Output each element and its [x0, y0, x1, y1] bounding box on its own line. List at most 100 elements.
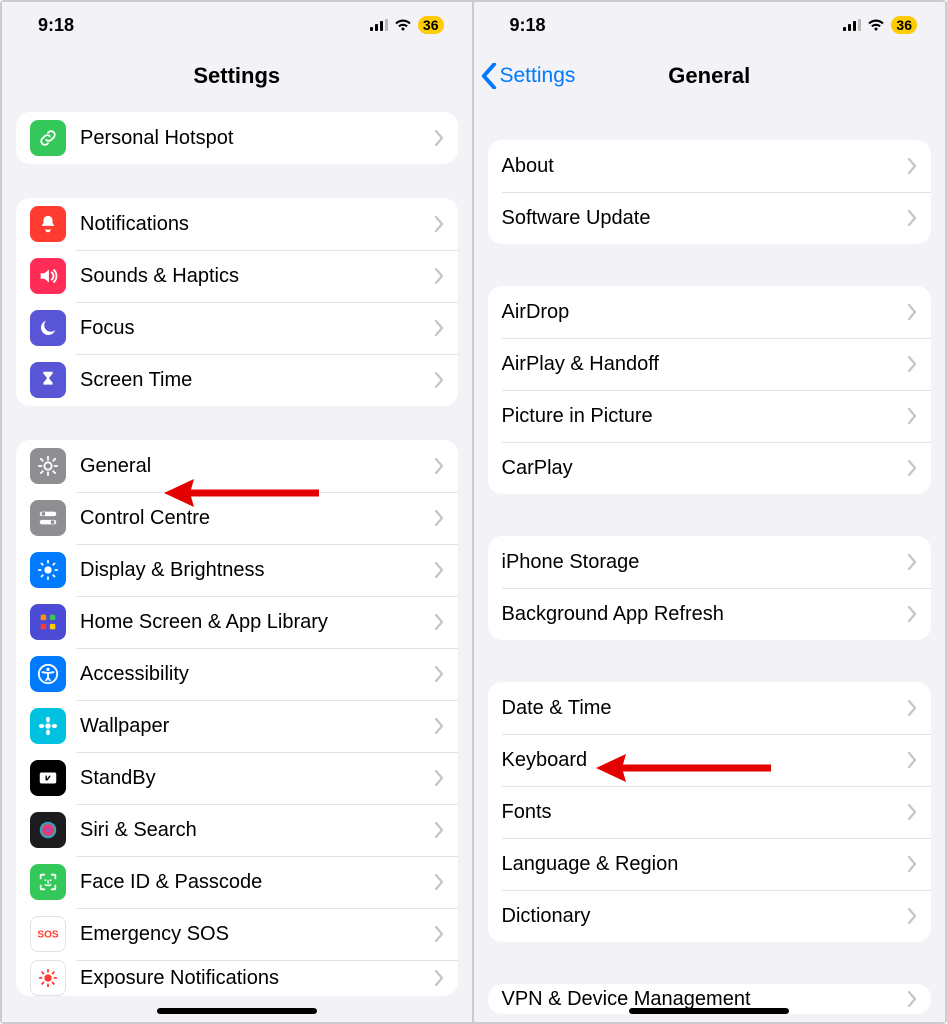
status-time: 9:18 [510, 15, 546, 36]
group-notifications: Notifications Sounds & Haptics Focus Screen… [16, 198, 458, 406]
chevron-right-icon [434, 718, 444, 734]
svg-text:SOS: SOS [37, 930, 59, 941]
row-label: General [80, 455, 428, 478]
row-emergency-sos[interactable]: SOSEmergency SOS [16, 908, 458, 960]
status-indicators: 36 [370, 16, 444, 34]
battery-indicator: 36 [891, 16, 917, 34]
home-indicator [629, 1008, 789, 1014]
row-personal-hotspot[interactable]: Personal Hotspot [16, 112, 458, 164]
status-bar: 9:18 36 [2, 2, 472, 48]
chevron-right-icon [907, 408, 917, 424]
bell-icon [30, 206, 66, 242]
chevron-right-icon [434, 562, 444, 578]
row-label: AirDrop [502, 301, 902, 324]
row-label: StandBy [80, 767, 428, 790]
link-icon [30, 120, 66, 156]
accessibility-icon [30, 656, 66, 692]
row-screen-time[interactable]: Screen Time [16, 354, 458, 406]
row-language-region[interactable]: Language & Region [488, 838, 932, 890]
row-date-time[interactable]: Date & Time [488, 682, 932, 734]
row-label: Dictionary [502, 905, 902, 928]
chevron-right-icon [434, 614, 444, 630]
row-siri-search[interactable]: Siri & Search [16, 804, 458, 856]
row-label: Control Centre [80, 507, 428, 530]
row-fonts[interactable]: Fonts [488, 786, 932, 838]
group-storage: iPhone Storage Background App Refresh [488, 536, 932, 640]
row-label: Background App Refresh [502, 603, 902, 626]
status-time: 9:18 [38, 15, 74, 36]
grid-icon [30, 604, 66, 640]
back-label: Settings [500, 64, 576, 88]
row-carplay[interactable]: CarPlay [488, 442, 932, 494]
cellular-icon [370, 19, 388, 31]
chevron-right-icon [907, 856, 917, 872]
page-title: Settings [193, 63, 280, 89]
hourglass-icon [30, 362, 66, 398]
row-sounds-haptics[interactable]: Sounds & Haptics [16, 250, 458, 302]
row-home-screen-app-library[interactable]: Home Screen & App Library [16, 596, 458, 648]
chevron-right-icon [907, 804, 917, 820]
row-label: Focus [80, 317, 428, 340]
row-face-id-passcode[interactable]: Face ID & Passcode [16, 856, 458, 908]
row-label: Display & Brightness [80, 559, 428, 582]
row-standby[interactable]: StandBy [16, 752, 458, 804]
row-display-brightness[interactable]: Display & Brightness [16, 544, 458, 596]
row-label: Personal Hotspot [80, 127, 428, 150]
nav-header: Settings [2, 48, 472, 104]
row-label: Keyboard [502, 749, 902, 772]
general-list[interactable]: AboutSoftware Update AirDrop AirPlay & Ha… [474, 104, 946, 1022]
flower-icon [30, 708, 66, 744]
page-title: General [668, 63, 750, 89]
clock-icon [30, 760, 66, 796]
row-label: Accessibility [80, 663, 428, 686]
gear-icon [30, 448, 66, 484]
chevron-right-icon [907, 356, 917, 372]
faceid-icon [30, 864, 66, 900]
chevron-right-icon [907, 554, 917, 570]
chevron-right-icon [434, 970, 444, 986]
row-control-centre[interactable]: Control Centre [16, 492, 458, 544]
row-label: iPhone Storage [502, 551, 902, 574]
row-wallpaper[interactable]: Wallpaper [16, 700, 458, 752]
row-label: Face ID & Passcode [80, 871, 428, 894]
chevron-right-icon [434, 268, 444, 284]
row-dictionary[interactable]: Dictionary [488, 890, 932, 942]
row-keyboard[interactable]: Keyboard [488, 734, 932, 786]
row-label: Notifications [80, 213, 428, 236]
row-label: CarPlay [502, 457, 902, 480]
row-background-app-refresh[interactable]: Background App Refresh [488, 588, 932, 640]
status-bar: 9:18 36 [474, 2, 946, 48]
switches-icon [30, 500, 66, 536]
chevron-right-icon [907, 908, 917, 924]
row-software-update[interactable]: Software Update [488, 192, 932, 244]
group-airdrop: AirDrop AirPlay & HandoffPicture in Pictu… [488, 286, 932, 494]
row-airplay-handoff[interactable]: AirPlay & Handoff [488, 338, 932, 390]
group-general: General Control Centre Display & Brightnes… [16, 440, 458, 996]
row-focus[interactable]: Focus [16, 302, 458, 354]
back-button[interactable]: Settings [480, 48, 576, 104]
chevron-right-icon [434, 372, 444, 388]
chevron-right-icon [434, 216, 444, 232]
row-label: Language & Region [502, 853, 902, 876]
chevron-right-icon [434, 320, 444, 336]
home-indicator [157, 1008, 317, 1014]
row-about[interactable]: About [488, 140, 932, 192]
settings-list[interactable]: Personal Hotspot Notifications Sounds & H… [2, 104, 472, 1022]
row-picture-in-picture[interactable]: Picture in Picture [488, 390, 932, 442]
row-label: Home Screen & App Library [80, 611, 428, 634]
siri-icon [30, 812, 66, 848]
row-airdrop[interactable]: AirDrop [488, 286, 932, 338]
chevron-right-icon [907, 460, 917, 476]
battery-indicator: 36 [418, 16, 444, 34]
row-general[interactable]: General [16, 440, 458, 492]
row-accessibility[interactable]: Accessibility [16, 648, 458, 700]
chevron-right-icon [907, 700, 917, 716]
row-notifications[interactable]: Notifications [16, 198, 458, 250]
row-label: Screen Time [80, 369, 428, 392]
chevron-right-icon [434, 822, 444, 838]
wifi-icon [394, 18, 412, 32]
row-iphone-storage[interactable]: iPhone Storage [488, 536, 932, 588]
speaker-icon [30, 258, 66, 294]
sos-icon: SOS [30, 916, 66, 952]
row-exposure-notifications[interactable]: Exposure Notifications [16, 960, 458, 996]
